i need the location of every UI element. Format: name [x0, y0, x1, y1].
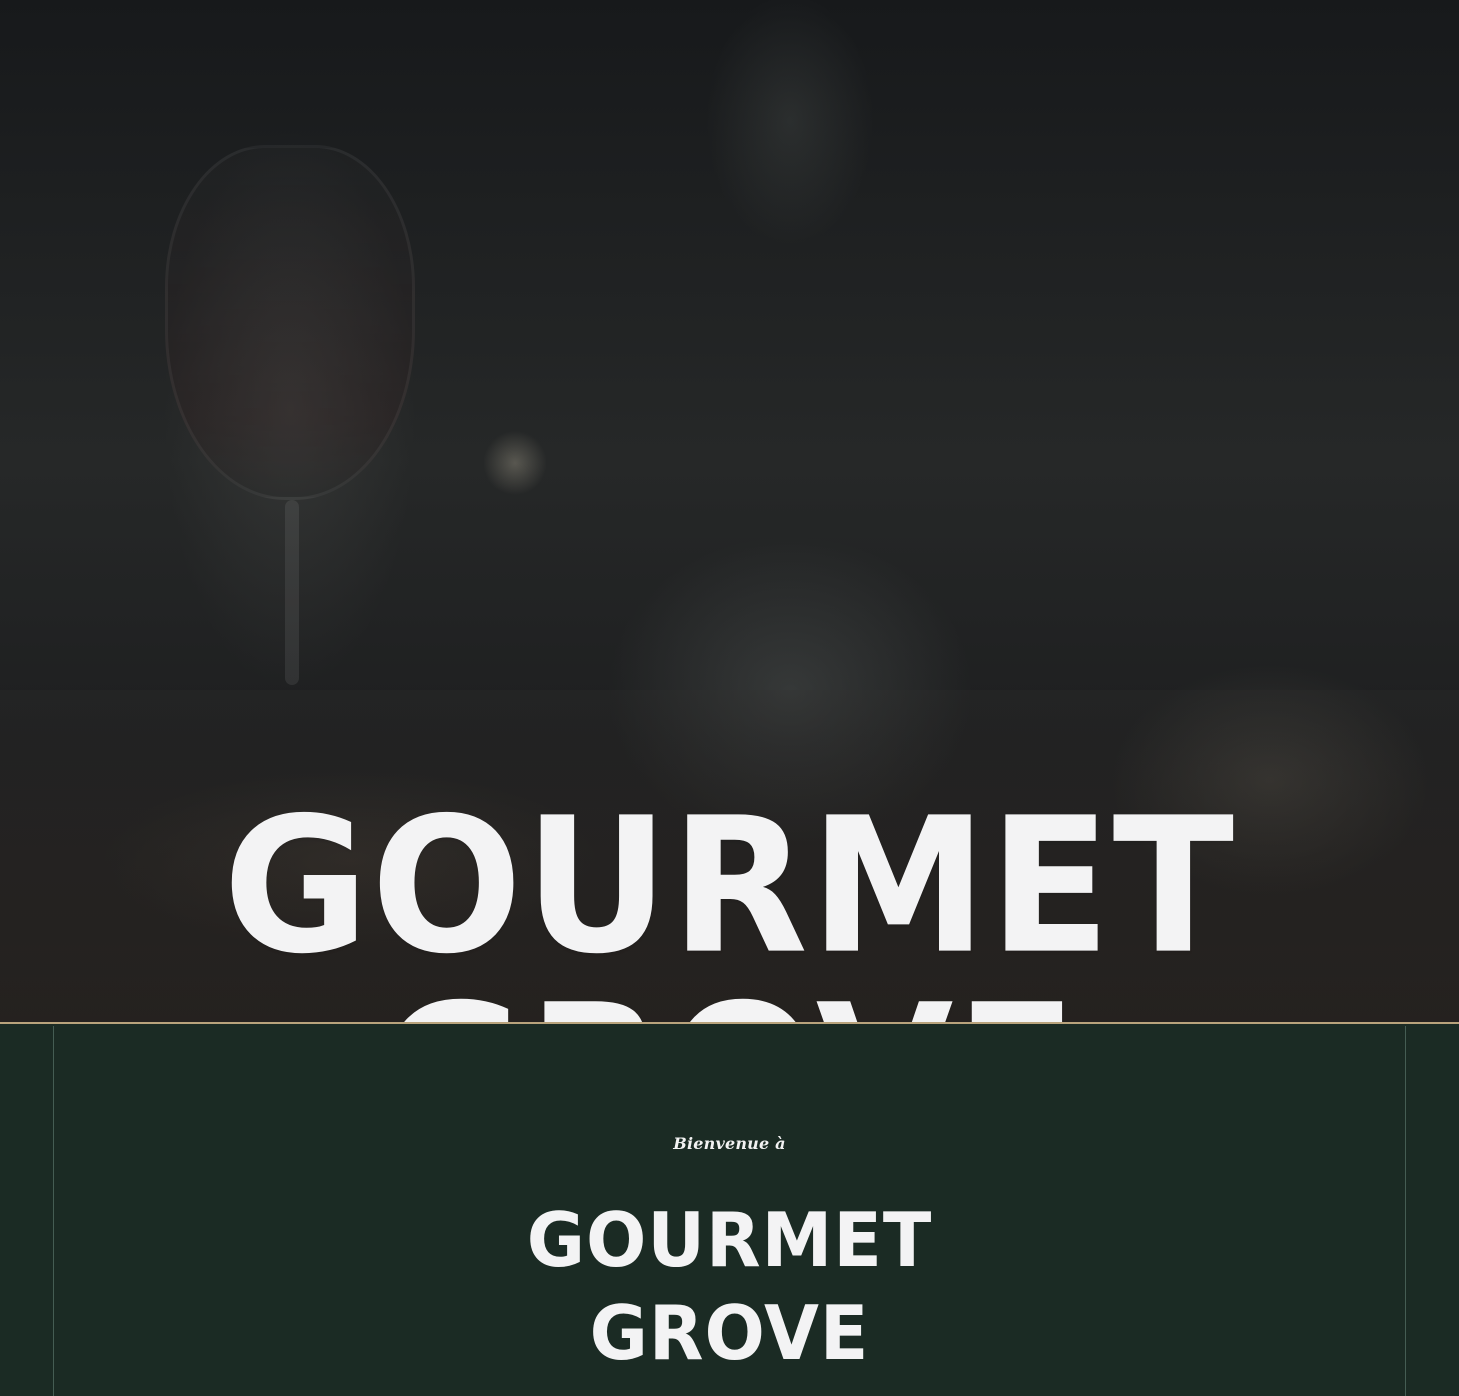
wine-glass-background	[165, 145, 415, 500]
hero-section: GOURMET GROVE	[0, 0, 1459, 1024]
welcome-kicker: Bienvenue à	[673, 1134, 786, 1153]
welcome-title-line-2: GROVE	[589, 1289, 870, 1378]
welcome-section: Bienvenue à GOURMET GROVE	[0, 1026, 1459, 1396]
welcome-title: GOURMET GROVE	[54, 1194, 1405, 1381]
hero-title: GOURMET GROVE	[222, 777, 1237, 1022]
welcome-title-line-1: GOURMET	[526, 1195, 933, 1284]
welcome-content-frame: Bienvenue à GOURMET GROVE	[53, 1026, 1406, 1396]
wine-glass-stem-background	[285, 500, 299, 685]
